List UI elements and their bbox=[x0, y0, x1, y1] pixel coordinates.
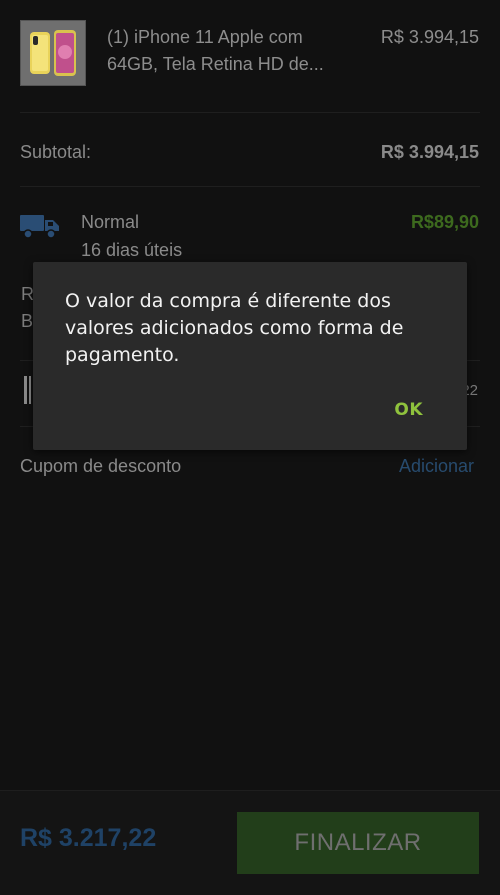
divider bbox=[20, 186, 480, 187]
shipping-option-eta: 16 dias úteis bbox=[81, 240, 183, 260]
subtotal-value: R$ 3.994,15 bbox=[380, 142, 479, 162]
product-name-line2: 64GB, Tela Retina HD de... bbox=[107, 54, 324, 74]
shipping-option-name: Normal bbox=[81, 212, 140, 232]
hidden-row-text: B bbox=[21, 311, 34, 331]
dialog-message: O valor da compra é diferente dos valore… bbox=[65, 290, 404, 366]
product-name: (1) iPhone 11 Apple com 64GB, Tela Retin… bbox=[107, 24, 357, 78]
add-coupon-link[interactable]: Adicionar bbox=[399, 456, 474, 477]
order-total: R$ 3.217,22 bbox=[20, 824, 157, 852]
product-image bbox=[20, 20, 86, 86]
cart-screen: (1) iPhone 11 Apple com 64GB, Tela Retin… bbox=[0, 0, 500, 895]
coupon-label: Cupom de desconto bbox=[20, 456, 182, 476]
subtotal-label: Subtotal: bbox=[20, 142, 92, 162]
truck-icon bbox=[20, 215, 59, 239]
shipping-option-price: R$89,90 bbox=[410, 212, 479, 232]
cart-product-row[interactable]: (1) iPhone 11 Apple com 64GB, Tela Retin… bbox=[20, 20, 480, 90]
alert-dialog: O valor da compra é diferente dos valore… bbox=[33, 262, 467, 450]
iphone-yellow-image bbox=[30, 30, 76, 76]
divider bbox=[20, 112, 480, 113]
finalize-button[interactable]: FINALIZAR bbox=[237, 812, 479, 874]
product-price: R$ 3.994,15 bbox=[380, 27, 479, 47]
product-name-line1: (1) iPhone 11 Apple com bbox=[107, 27, 303, 47]
dialog-ok-button[interactable]: OK bbox=[394, 400, 423, 420]
